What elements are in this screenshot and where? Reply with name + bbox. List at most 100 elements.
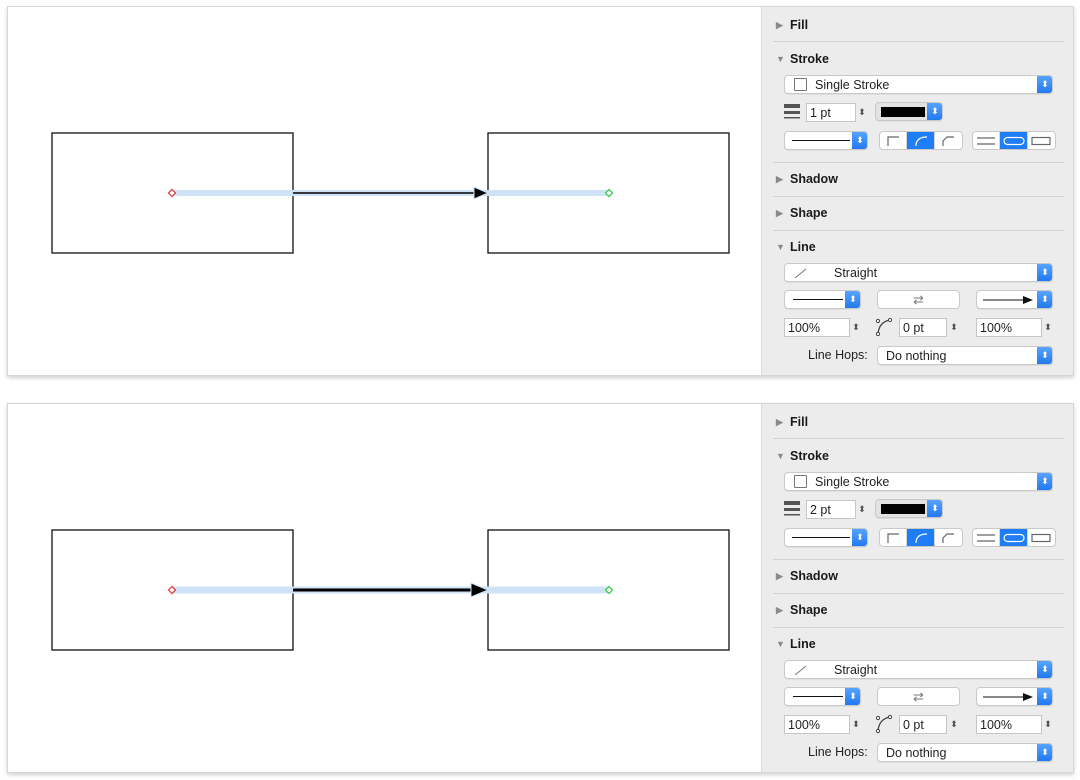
tail-arrow-popup[interactable]: ⬍ xyxy=(784,290,861,309)
swap-icon: ⇄ xyxy=(913,688,924,704)
head-scale-field[interactable]: 100% xyxy=(976,318,1042,337)
disclosure-collapsed-icon[interactable]: ▶ xyxy=(776,417,786,428)
head-scale-stepper[interactable]: ⬍ xyxy=(1042,318,1054,337)
swap-ends-button[interactable]: ⇄ xyxy=(877,290,960,309)
corner-style-segmented[interactable] xyxy=(879,131,963,150)
stroke-type-label: Single Stroke xyxy=(815,474,890,489)
section-title: Stroke xyxy=(790,52,829,66)
inspector-panel: ▶ Fill ▼ Stroke Single Stroke ⬍ 2 pt ⬍ ⬍… xyxy=(761,404,1073,772)
tail-scale-stepper[interactable]: ⬍ xyxy=(850,318,862,337)
disclosure-expanded-icon[interactable]: ▼ xyxy=(776,451,786,461)
corner-square-button[interactable] xyxy=(880,529,908,546)
cap-square-button[interactable] xyxy=(1028,132,1055,149)
tail-arrow-popup[interactable]: ⬍ xyxy=(784,687,861,706)
stroke-color-well[interactable]: ⬍ xyxy=(875,499,943,518)
window-2: ▶ Fill ▼ Stroke Single Stroke ⬍ 2 pt ⬍ ⬍… xyxy=(7,403,1074,773)
line-hops-label: Line Hops: xyxy=(808,745,868,759)
section-shape[interactable]: ▶ Shape xyxy=(776,204,828,222)
corner-bevel-button[interactable] xyxy=(935,132,962,149)
swap-ends-button[interactable]: ⇄ xyxy=(877,687,960,706)
head-scale-value: 100% xyxy=(980,320,1012,335)
bezier-offset-icon xyxy=(875,317,893,337)
corner-bevel-button[interactable] xyxy=(935,529,962,546)
cap-round-button[interactable] xyxy=(1000,132,1028,149)
section-title: Fill xyxy=(790,415,809,429)
bezier-offset-field[interactable]: 0 pt xyxy=(899,318,947,337)
stroke-color-swatch xyxy=(881,503,925,514)
stroke-color-well[interactable]: ⬍ xyxy=(875,102,943,121)
tail-scale-field[interactable]: 100% xyxy=(784,715,850,734)
disclosure-collapsed-icon[interactable]: ▶ xyxy=(776,174,786,185)
divider xyxy=(773,438,1064,439)
section-shadow[interactable]: ▶ Shadow xyxy=(776,170,838,188)
head-arrow-popup[interactable]: ⬍ xyxy=(976,687,1053,706)
cap-round-button[interactable] xyxy=(1000,529,1028,546)
corner-square-button[interactable] xyxy=(880,132,908,149)
bezier-offset-stepper[interactable]: ⬍ xyxy=(948,715,960,734)
line-hops-popup[interactable]: Do nothing ⬍ xyxy=(877,743,1053,762)
bezier-offset-stepper[interactable]: ⬍ xyxy=(948,318,960,337)
corner-round-button[interactable] xyxy=(907,132,935,149)
no-arrow-icon xyxy=(793,299,843,300)
stroke-type-popup[interactable]: Single Stroke ⬍ xyxy=(784,75,1053,94)
stroke-weight-field[interactable]: 1 pt xyxy=(806,103,856,122)
line-type-popup[interactable]: Straight ⬍ xyxy=(784,263,1053,282)
stroke-weight-field[interactable]: 2 pt xyxy=(806,500,856,519)
divider xyxy=(773,196,1064,197)
popup-arrows-icon: ⬍ xyxy=(845,688,860,705)
disclosure-collapsed-icon[interactable]: ▶ xyxy=(776,20,786,31)
disclosure-collapsed-icon[interactable]: ▶ xyxy=(776,605,786,616)
canvas[interactable] xyxy=(8,7,761,375)
bezier-offset-icon xyxy=(875,714,893,734)
disclosure-expanded-icon[interactable]: ▼ xyxy=(776,242,786,252)
stroke-pattern-popup[interactable]: ⬍ xyxy=(784,528,868,547)
line-hops-label: Line Hops: xyxy=(808,348,868,362)
section-line[interactable]: ▼ Line xyxy=(776,238,816,256)
disclosure-collapsed-icon[interactable]: ▶ xyxy=(776,208,786,219)
line-type-label: Straight xyxy=(834,662,878,677)
line-hops-popup[interactable]: Do nothing ⬍ xyxy=(877,346,1053,365)
line-type-popup[interactable]: Straight ⬍ xyxy=(784,660,1053,679)
cap-square-button[interactable] xyxy=(1028,529,1055,546)
section-stroke[interactable]: ▼ Stroke xyxy=(776,447,829,465)
popup-arrows-icon: ⬍ xyxy=(1037,291,1052,308)
section-shadow[interactable]: ▶ Shadow xyxy=(776,567,838,585)
popup-arrows-icon: ⬍ xyxy=(1037,661,1052,678)
section-fill[interactable]: ▶ Fill xyxy=(776,16,808,34)
section-title: Shadow xyxy=(790,172,838,186)
no-arrow-icon xyxy=(793,696,843,697)
head-scale-stepper[interactable]: ⬍ xyxy=(1042,715,1054,734)
disclosure-expanded-icon[interactable]: ▼ xyxy=(776,639,786,649)
cap-style-segmented[interactable] xyxy=(972,528,1056,547)
canvas[interactable] xyxy=(8,404,761,772)
stroke-weight-icon xyxy=(784,501,800,516)
window-1: ▶ Fill ▼ Stroke Single Stroke ⬍ 1 pt ⬍ ⬍… xyxy=(7,6,1074,376)
disclosure-collapsed-icon[interactable]: ▶ xyxy=(776,571,786,582)
corner-style-segmented[interactable] xyxy=(879,528,963,547)
stroke-weight-stepper[interactable]: ⬍ xyxy=(856,500,868,519)
cap-butt-button[interactable] xyxy=(973,529,1001,546)
stroke-pattern-popup[interactable]: ⬍ xyxy=(784,131,868,150)
disclosure-expanded-icon[interactable]: ▼ xyxy=(776,54,786,64)
cap-style-segmented[interactable] xyxy=(972,131,1056,150)
line-hops-value: Do nothing xyxy=(886,745,947,760)
stroke-weight-stepper[interactable]: ⬍ xyxy=(856,103,868,122)
section-title: Shape xyxy=(790,206,828,220)
section-line[interactable]: ▼ Line xyxy=(776,635,816,653)
straight-line-icon xyxy=(794,665,807,675)
divider xyxy=(773,41,1064,42)
bezier-offset-field[interactable]: 0 pt xyxy=(899,715,947,734)
head-scale-field[interactable]: 100% xyxy=(976,715,1042,734)
tail-scale-value: 100% xyxy=(788,320,820,335)
section-shape[interactable]: ▶ Shape xyxy=(776,601,828,619)
bezier-offset-value: 0 pt xyxy=(903,717,924,732)
cap-butt-button[interactable] xyxy=(973,132,1001,149)
stroke-type-popup[interactable]: Single Stroke ⬍ xyxy=(784,472,1053,491)
section-stroke[interactable]: ▼ Stroke xyxy=(776,50,829,68)
head-arrow-popup[interactable]: ⬍ xyxy=(976,290,1053,309)
corner-round-button[interactable] xyxy=(907,529,935,546)
tail-scale-stepper[interactable]: ⬍ xyxy=(850,715,862,734)
swap-icon: ⇄ xyxy=(913,291,924,307)
tail-scale-field[interactable]: 100% xyxy=(784,318,850,337)
section-fill[interactable]: ▶ Fill xyxy=(776,413,808,431)
